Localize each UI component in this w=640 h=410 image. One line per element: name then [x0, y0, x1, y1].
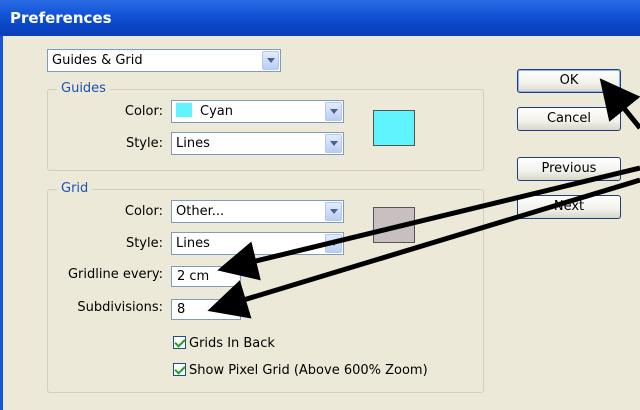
next-button[interactable]: Next: [517, 195, 621, 219]
guides-style-label: Style:: [125, 136, 163, 151]
window-title: Preferences: [10, 9, 112, 27]
guides-color-swatch-small: [176, 103, 192, 117]
subdivisions-label: Subdivisions:: [77, 300, 163, 315]
subdivisions-input[interactable]: 8: [171, 299, 241, 320]
grids-in-back-label: Grids In Back: [189, 336, 275, 351]
preferences-dialog: Guides & Grid Guides Color: Cyan Style: …: [0, 36, 640, 410]
gridline-every-input[interactable]: 2 cm: [171, 266, 241, 287]
section-dropdown[interactable]: Guides & Grid: [47, 49, 281, 72]
pixel-grid-label: Show Pixel Grid (Above 600% Zoom): [189, 363, 428, 378]
subdivisions-value: 8: [177, 302, 186, 317]
guides-color-value: Cyan: [200, 104, 233, 119]
guides-color-select[interactable]: Cyan: [171, 100, 344, 123]
pixel-grid-checkbox[interactable]: [173, 363, 186, 376]
title-bar: Preferences: [0, 0, 640, 36]
grid-color-select[interactable]: Other...: [171, 200, 344, 223]
gridline-every-value: 2 cm: [177, 269, 210, 284]
grid-color-value: Other...: [176, 204, 225, 219]
grid-style-select[interactable]: Lines: [171, 232, 344, 255]
chevron-down-icon[interactable]: [325, 134, 342, 153]
grid-color-label: Color:: [124, 204, 163, 219]
guides-group-label: Guides: [57, 81, 110, 96]
chevron-down-icon[interactable]: [325, 234, 342, 253]
grids-in-back-option[interactable]: Grids In Back: [173, 336, 275, 352]
chevron-down-icon[interactable]: [325, 202, 342, 221]
ok-button[interactable]: OK: [517, 69, 621, 93]
cancel-button[interactable]: Cancel: [517, 107, 621, 131]
previous-button[interactable]: Previous: [517, 157, 621, 181]
grid-style-value: Lines: [176, 236, 210, 251]
chevron-down-icon[interactable]: [325, 102, 342, 121]
guides-style-select[interactable]: Lines: [171, 132, 344, 155]
guides-color-swatch[interactable]: [373, 110, 415, 146]
grid-style-label: Style:: [125, 236, 163, 251]
chevron-down-icon[interactable]: [262, 51, 279, 70]
guides-color-label: Color:: [124, 104, 163, 119]
section-dropdown-value: Guides & Grid: [52, 53, 143, 68]
pixel-grid-option[interactable]: Show Pixel Grid (Above 600% Zoom): [173, 363, 428, 379]
grid-group-label: Grid: [57, 181, 93, 196]
gridline-every-label: Gridline every:: [67, 267, 163, 282]
grid-color-swatch[interactable]: [373, 207, 415, 243]
guides-style-value: Lines: [176, 136, 210, 151]
grids-in-back-checkbox[interactable]: [173, 336, 186, 349]
